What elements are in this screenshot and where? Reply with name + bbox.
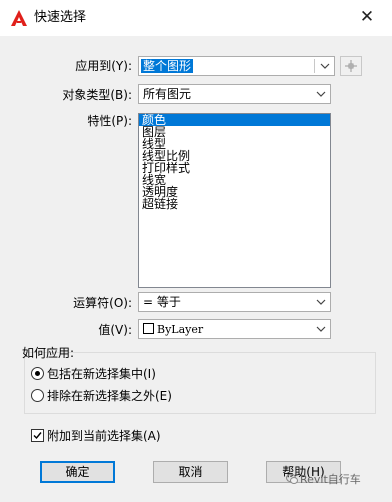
- chevron-down-icon: [316, 91, 326, 97]
- include-radio[interactable]: [31, 367, 44, 380]
- title-bar: 快速选择 ✕: [0, 0, 392, 36]
- operator-label: 运算符(O):: [73, 296, 132, 310]
- properties-label: 特性(P):: [87, 114, 132, 128]
- list-item[interactable]: 颜色: [139, 114, 330, 126]
- value-display: ByLayer: [143, 322, 203, 337]
- radio-dot: [35, 371, 40, 376]
- wechat-icon: [286, 473, 298, 484]
- value-select[interactable]: ByLayer: [138, 319, 331, 339]
- object-type-value: 所有图元: [143, 87, 192, 101]
- cancel-button[interactable]: 取消: [153, 461, 228, 483]
- apply-to-label: 应用到(Y):: [75, 59, 132, 73]
- list-item[interactable]: 打印样式: [139, 162, 330, 174]
- checkmark-icon: [33, 432, 42, 440]
- color-swatch: [143, 323, 154, 334]
- chevron-down-icon: [316, 299, 326, 305]
- object-type-select[interactable]: 所有图元: [138, 84, 331, 104]
- list-item[interactable]: 超链接: [139, 198, 330, 210]
- append-checkbox[interactable]: [31, 429, 44, 442]
- apply-to-value: 整个图形: [141, 59, 194, 73]
- window-title: 快速选择: [34, 10, 87, 25]
- object-type-label: 对象类型(B):: [62, 88, 132, 102]
- crosshair-select-icon: [345, 60, 357, 72]
- autocad-logo-icon: [11, 10, 27, 26]
- exclude-radio[interactable]: [31, 389, 44, 402]
- select-objects-button[interactable]: [340, 56, 362, 76]
- combo-divider: [314, 59, 315, 73]
- value-label: 值(V):: [98, 323, 132, 337]
- properties-listbox[interactable]: 颜色 图层 线型 线型比例 打印样式 线宽 透明度 超链接: [138, 113, 331, 288]
- apply-to-select[interactable]: 整个图形: [138, 56, 335, 76]
- operator-value: = 等于: [143, 295, 181, 309]
- how-to-apply-label: 如何应用:: [22, 346, 75, 360]
- operator-select[interactable]: = 等于: [138, 292, 331, 312]
- watermark-text: Revit自行车: [300, 473, 361, 486]
- watermark: Revit自行车: [286, 471, 361, 487]
- exclude-radio-label[interactable]: 排除在新选择集之外(E): [47, 387, 172, 405]
- include-radio-label[interactable]: 包括在新选择集中(I): [47, 365, 156, 383]
- list-item[interactable]: 图层: [139, 126, 330, 138]
- value-text: ByLayer: [157, 323, 204, 336]
- close-button[interactable]: ✕: [356, 6, 378, 28]
- ok-button[interactable]: 确定: [40, 461, 115, 483]
- append-checkbox-label[interactable]: 附加到当前选择集(A): [47, 427, 161, 445]
- chevron-down-icon: [320, 63, 330, 69]
- chevron-down-icon: [316, 326, 326, 332]
